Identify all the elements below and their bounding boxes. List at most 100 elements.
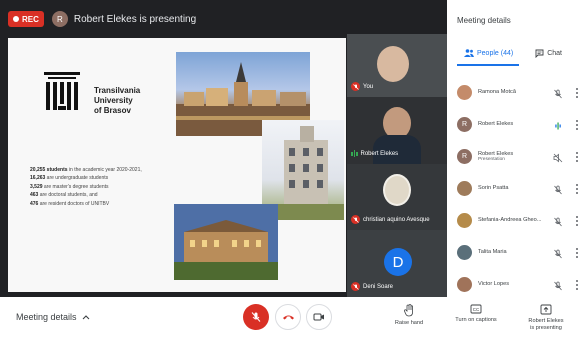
participant-row[interactable]: R Robert Elekes	[447, 108, 585, 140]
speaker-muted-icon	[553, 150, 563, 163]
tab-chat[interactable]: Chat	[535, 49, 562, 58]
participant-avatar	[457, 84, 472, 100]
panel-tabs: People (44) Chat	[447, 40, 585, 66]
raise-hand-label: Raise hand	[394, 320, 424, 326]
tile-name-label: Robert Elekes	[360, 150, 399, 157]
participant-avatar	[457, 276, 472, 292]
raise-hand-button[interactable]: Raise hand	[392, 304, 426, 327]
participant-name: Victor Lopes	[478, 281, 509, 287]
tile-name-label: You	[363, 83, 374, 90]
stat-line: 476 are resident doctors of UNITBV	[30, 200, 110, 207]
student-stats: 20,255 students in the academic year 202…	[30, 166, 142, 208]
presenting-status: Robert Elekes is presenting	[73, 13, 197, 25]
participant-name: Sorin Psatta	[478, 185, 509, 191]
panel-title: Meeting details	[457, 16, 511, 25]
participant-video	[383, 174, 411, 206]
participant-video	[377, 46, 409, 82]
record-dot-icon	[13, 16, 19, 22]
participant-tile[interactable]: D Deni Soare	[347, 230, 447, 297]
mic-off-icon	[553, 278, 563, 291]
recording-label: REC	[22, 14, 39, 24]
more-options-icon[interactable]	[575, 278, 579, 290]
participant-row[interactable]: Talita Maria	[447, 236, 585, 268]
hand-icon	[404, 304, 413, 317]
recording-badge: REC	[8, 11, 44, 27]
participant-avatar: R	[457, 116, 472, 132]
presenter-avatar: R	[51, 11, 68, 27]
participant-avatar	[457, 244, 472, 260]
presenting-line-1: Robert Elekes	[528, 318, 564, 324]
microphone-toggle-button[interactable]	[243, 304, 269, 330]
mic-off-icon	[553, 214, 563, 227]
participant-row[interactable]: R Robert Elekes Presentation	[447, 140, 585, 172]
presenting-status-button[interactable]: Robert Elekes is presenting	[521, 304, 571, 332]
chevron-up-icon	[82, 315, 89, 320]
mic-off-icon	[251, 312, 261, 322]
participant-avatar	[457, 212, 472, 228]
more-options-icon[interactable]	[575, 246, 579, 258]
tile-name-label: Deni Soare	[363, 283, 394, 290]
present-screen-icon	[540, 304, 552, 315]
university-name: Transilvania University of Brasov	[94, 86, 141, 115]
mic-off-icon	[351, 282, 360, 291]
meeting-details-label: Meeting details	[16, 312, 77, 322]
participant-tile[interactable]: Robert Elekes	[347, 97, 447, 164]
more-options-icon[interactable]	[575, 150, 579, 162]
participant-tile[interactable]: christian aquino Avesque	[347, 164, 447, 230]
more-options-icon[interactable]	[575, 86, 579, 98]
participant-name: Robert Elekes Presentation	[478, 151, 548, 162]
tab-chat-label: Chat	[547, 49, 562, 57]
stage: REC R Robert Elekes is presenting Transi…	[0, 0, 447, 297]
tile-name-label: christian aquino Avesque	[363, 216, 430, 223]
svg-text:CC: CC	[473, 307, 480, 312]
hang-up-icon	[282, 315, 294, 320]
participant-name: Robert Elekes	[478, 121, 514, 127]
participant-avatar: D	[384, 248, 412, 276]
stat-line: 463 are doctoral students, and	[30, 192, 98, 199]
participant-list: Ramona Motcă R Robert Elekes R Robert Elekes…	[447, 76, 585, 300]
meeting-details-panel: Meeting details People (44) Chat Ramona …	[447, 0, 585, 297]
captions-button[interactable]: CC Turn on captions	[449, 304, 503, 324]
presentation-slide: Transilvania University of Brasov 20,255…	[8, 38, 346, 292]
university-logo-icon	[44, 72, 80, 110]
meet-window: REC R Robert Elekes is presenting Transi…	[0, 0, 585, 340]
stat-line: 3,529 are master's degree students	[30, 183, 109, 190]
camera-toggle-button[interactable]	[306, 304, 332, 330]
participant-avatar: R	[457, 148, 472, 164]
tab-people-label: People (44)	[477, 49, 514, 57]
tab-people[interactable]: People (44)	[464, 49, 513, 57]
participant-name: Stefania-Andreea Gheo...	[478, 217, 542, 223]
mic-off-icon	[351, 82, 360, 91]
top-bar: REC R Robert Elekes is presenting	[0, 0, 447, 38]
participant-tile[interactable]: You	[347, 34, 447, 97]
participant-subtitle: Presentation	[478, 156, 505, 162]
historic-building-photo	[174, 204, 278, 280]
captions-label: Turn on captions	[455, 317, 497, 323]
participant-row[interactable]: Sorin Psatta	[447, 172, 585, 204]
mic-off-icon	[351, 215, 360, 224]
more-options-icon[interactable]	[575, 182, 579, 194]
participant-row[interactable]: Stefania-Andreea Gheo...	[447, 204, 585, 236]
more-options-icon[interactable]	[575, 214, 579, 226]
participant-name: Ramona Motcă	[478, 89, 516, 95]
presenting-line-2: is presenting	[530, 325, 562, 331]
speaking-indicator-icon	[351, 149, 358, 158]
meeting-details-toggle[interactable]: Meeting details	[16, 312, 90, 322]
mic-off-icon	[553, 246, 563, 259]
stat-line: 20,255 students in the academic year 202…	[30, 167, 142, 173]
people-icon	[464, 49, 474, 57]
participant-name: Talita Maria	[478, 249, 507, 255]
bottom-toolbar: Meeting details Raise hand CC Turn on ca…	[0, 297, 585, 340]
captions-icon: CC	[470, 304, 482, 314]
leave-call-button[interactable]	[275, 304, 301, 330]
speaking-indicator-icon	[553, 118, 563, 130]
camera-icon	[313, 313, 324, 321]
active-tab-indicator	[457, 64, 519, 66]
mic-off-icon	[553, 86, 563, 99]
participant-row[interactable]: Victor Lopes	[447, 268, 585, 300]
participant-avatar	[457, 180, 472, 196]
participant-row[interactable]: Ramona Motcă	[447, 76, 585, 108]
mic-off-icon	[553, 182, 563, 195]
stat-line: 16,263 are undergraduate students	[30, 175, 109, 182]
more-options-icon[interactable]	[575, 118, 579, 130]
